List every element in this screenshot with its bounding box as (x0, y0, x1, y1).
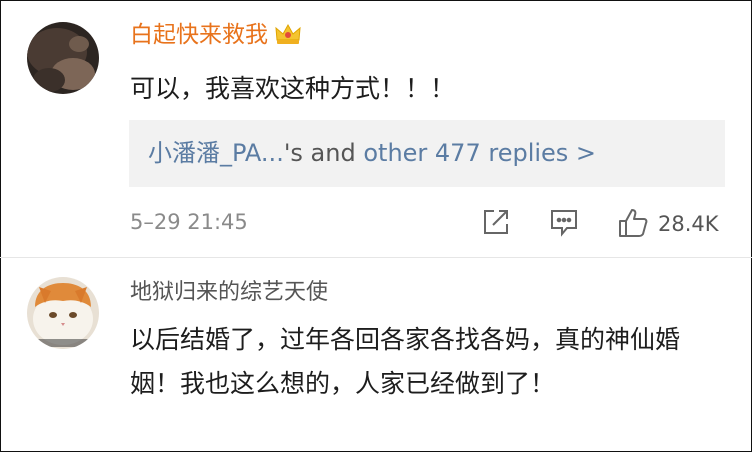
more-replies-link[interactable]: other 477 replies > (363, 139, 596, 167)
like-icon[interactable] (617, 207, 649, 243)
username[interactable]: 白起快来救我 (130, 20, 302, 54)
comment-item: 白起快来救我 可以，我喜欢这种方式！！！ 小潘潘_PA...'s and oth… (0, 0, 752, 258)
reply-username[interactable]: 小潘潘_PA... (148, 139, 284, 167)
username-text[interactable]: 白起快来救我 (130, 22, 268, 48)
replies-preview[interactable]: 小潘潘_PA...'s and other 477 replies > (129, 120, 725, 187)
comment-text: 以后结婚了，过年各回各家各找各妈，真的神仙婚姻！我也这么想的，人家已经做到了！ (130, 325, 681, 398)
replies-connector: 's and (283, 139, 364, 167)
avatar[interactable] (27, 277, 99, 349)
comment-meta: 5–29 21:45 28.4K (0, 205, 752, 241)
share-icon[interactable] (481, 207, 511, 241)
avatar[interactable] (27, 22, 99, 94)
comment-icon[interactable] (549, 207, 579, 241)
like-count: 28.4K (658, 212, 719, 236)
comment-text: 可以，我喜欢这种方式！！！ (130, 74, 456, 103)
timestamp: 5–29 21:45 (130, 210, 248, 234)
crown-icon (274, 22, 302, 54)
comment-item: 地狱归来的综艺天使 以后结婚了，过年各回各家各找各妈，真的神仙婚姻！我也这么想的… (0, 258, 752, 452)
username[interactable]: 地狱归来的综艺天使 (130, 278, 328, 308)
